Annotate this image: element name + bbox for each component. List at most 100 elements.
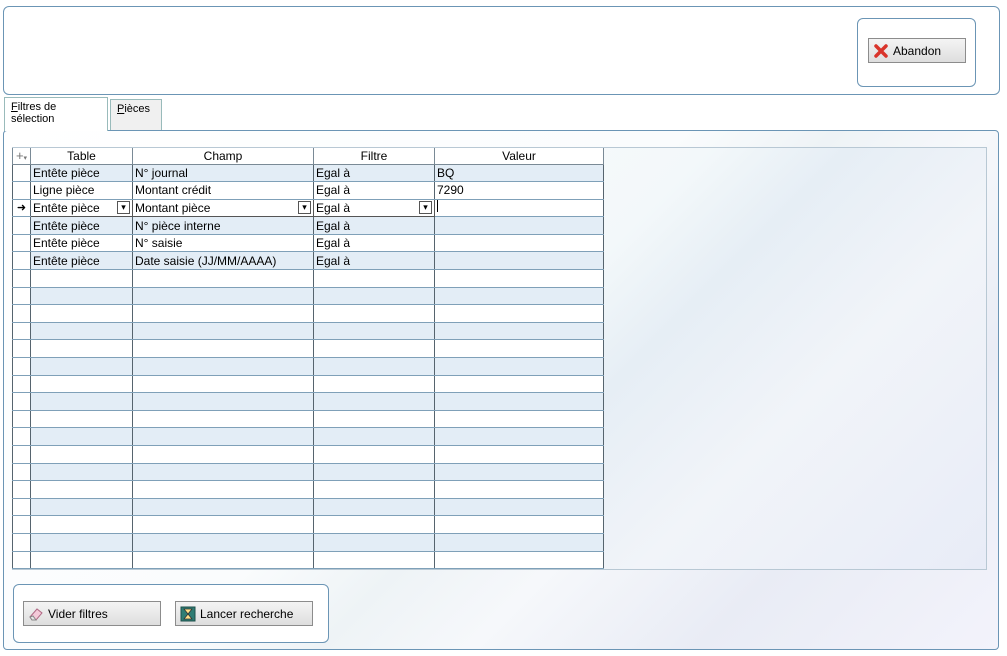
table-row[interactable]: Entête pièce N° saisie Egal à <box>12 234 604 253</box>
row-indicator[interactable] <box>12 339 31 359</box>
row-indicator[interactable] <box>12 463 31 482</box>
row-indicator[interactable] <box>12 498 31 517</box>
row-indicator[interactable] <box>12 181 31 200</box>
empty-cell[interactable] <box>132 357 314 376</box>
empty-cell[interactable] <box>30 392 133 411</box>
row-indicator[interactable] <box>12 427 31 446</box>
cell-champ[interactable]: Montant crédit <box>132 181 314 200</box>
empty-cell[interactable] <box>434 515 604 534</box>
empty-cell[interactable] <box>313 427 435 446</box>
empty-cell[interactable] <box>30 533 133 552</box>
empty-cell[interactable] <box>132 480 314 499</box>
cell-filtre[interactable]: Egal à <box>313 164 435 183</box>
empty-cell[interactable] <box>30 287 133 306</box>
row-indicator[interactable] <box>12 480 31 499</box>
empty-cell[interactable] <box>30 551 133 570</box>
empty-cell[interactable] <box>313 375 435 394</box>
empty-cell[interactable] <box>132 515 314 534</box>
cell-table-editor[interactable]: Entête pièce ▾ <box>30 198 133 218</box>
table-row-empty[interactable] <box>12 463 604 482</box>
row-indicator[interactable] <box>12 322 31 341</box>
row-indicator[interactable] <box>12 515 31 534</box>
row-indicator[interactable] <box>12 251 31 271</box>
empty-cell[interactable] <box>434 498 604 517</box>
empty-cell[interactable] <box>132 375 314 394</box>
lancer-recherche-button[interactable]: Lancer recherche <box>175 601 313 626</box>
row-indicator[interactable] <box>12 304 31 323</box>
cell-table[interactable]: Entête pièce <box>30 251 133 271</box>
row-indicator[interactable] <box>12 269 31 288</box>
row-indicator[interactable] <box>12 287 31 306</box>
table-row-empty[interactable] <box>12 392 604 411</box>
empty-cell[interactable] <box>30 498 133 517</box>
table-row-empty[interactable] <box>12 410 604 429</box>
empty-cell[interactable] <box>132 445 314 464</box>
dropdown-arrow-icon[interactable]: ▾ <box>298 201 311 215</box>
empty-cell[interactable] <box>313 357 435 376</box>
cell-valeur[interactable]: BQ <box>434 164 604 183</box>
empty-cell[interactable] <box>434 287 604 306</box>
empty-cell[interactable] <box>132 287 314 306</box>
table-row-empty[interactable] <box>12 445 604 464</box>
empty-cell[interactable] <box>313 269 435 288</box>
empty-cell[interactable] <box>313 392 435 411</box>
column-header-filtre[interactable]: Filtre <box>313 148 435 165</box>
cell-valeur[interactable] <box>434 216 604 235</box>
empty-cell[interactable] <box>132 392 314 411</box>
cell-filtre[interactable]: Egal à <box>313 251 435 271</box>
table-row[interactable]: Ligne pièce Montant crédit Egal à 7290 <box>12 181 604 200</box>
empty-cell[interactable] <box>313 463 435 482</box>
table-row-empty[interactable] <box>12 533 604 552</box>
empty-cell[interactable] <box>434 375 604 394</box>
empty-cell[interactable] <box>132 410 314 429</box>
empty-cell[interactable] <box>132 533 314 552</box>
row-indicator[interactable] <box>12 357 31 376</box>
tab-filtres-selection[interactable]: Filtres de sélection <box>4 97 108 131</box>
row-indicator[interactable] <box>12 551 31 570</box>
column-header-champ[interactable]: Champ <box>132 148 314 165</box>
empty-cell[interactable] <box>434 551 604 570</box>
empty-cell[interactable] <box>30 357 133 376</box>
empty-cell[interactable] <box>132 551 314 570</box>
empty-cell[interactable] <box>132 498 314 517</box>
empty-cell[interactable] <box>434 269 604 288</box>
cell-champ[interactable]: N° saisie <box>132 234 314 253</box>
empty-cell[interactable] <box>132 427 314 446</box>
empty-cell[interactable] <box>313 304 435 323</box>
empty-cell[interactable] <box>313 445 435 464</box>
empty-cell[interactable] <box>132 463 314 482</box>
table-row-empty[interactable] <box>12 357 604 376</box>
row-indicator[interactable] <box>12 164 31 183</box>
empty-cell[interactable] <box>30 515 133 534</box>
cell-filtre[interactable]: Egal à <box>313 181 435 200</box>
cell-filtre[interactable]: Egal à <box>313 234 435 253</box>
table-row-empty[interactable] <box>12 498 604 517</box>
vider-filtres-button[interactable]: Vider filtres <box>23 601 161 626</box>
table-row-empty[interactable] <box>12 551 604 570</box>
table-row-empty[interactable] <box>12 339 604 359</box>
cell-champ[interactable]: N° pièce interne <box>132 216 314 235</box>
table-row-empty[interactable] <box>12 322 604 341</box>
empty-cell[interactable] <box>434 533 604 552</box>
column-header-table[interactable]: Table <box>30 148 133 165</box>
cell-valeur-input[interactable] <box>434 199 604 218</box>
empty-cell[interactable] <box>434 304 604 323</box>
cell-filtre[interactable]: Egal à <box>313 216 435 235</box>
row-indicator[interactable] <box>12 410 31 429</box>
column-header-valeur[interactable]: Valeur <box>434 148 604 165</box>
empty-cell[interactable] <box>132 322 314 341</box>
cell-table[interactable]: Entête pièce <box>30 164 133 183</box>
empty-cell[interactable] <box>313 339 435 359</box>
empty-cell[interactable] <box>434 392 604 411</box>
add-row-icon[interactable]: +▾ <box>12 148 31 165</box>
empty-cell[interactable] <box>313 533 435 552</box>
cell-champ[interactable]: Date saisie (JJ/MM/AAAA) <box>132 251 314 271</box>
table-row-empty[interactable] <box>12 375 604 394</box>
row-indicator[interactable] <box>12 234 31 253</box>
abandon-button[interactable]: Abandon <box>868 38 966 63</box>
cell-champ-editor[interactable]: Montant pièce ▾ <box>132 198 314 218</box>
empty-cell[interactable] <box>313 287 435 306</box>
empty-cell[interactable] <box>30 304 133 323</box>
table-row[interactable]: Entête pièce Date saisie (JJ/MM/AAAA) Eg… <box>12 251 604 271</box>
empty-cell[interactable] <box>434 410 604 429</box>
